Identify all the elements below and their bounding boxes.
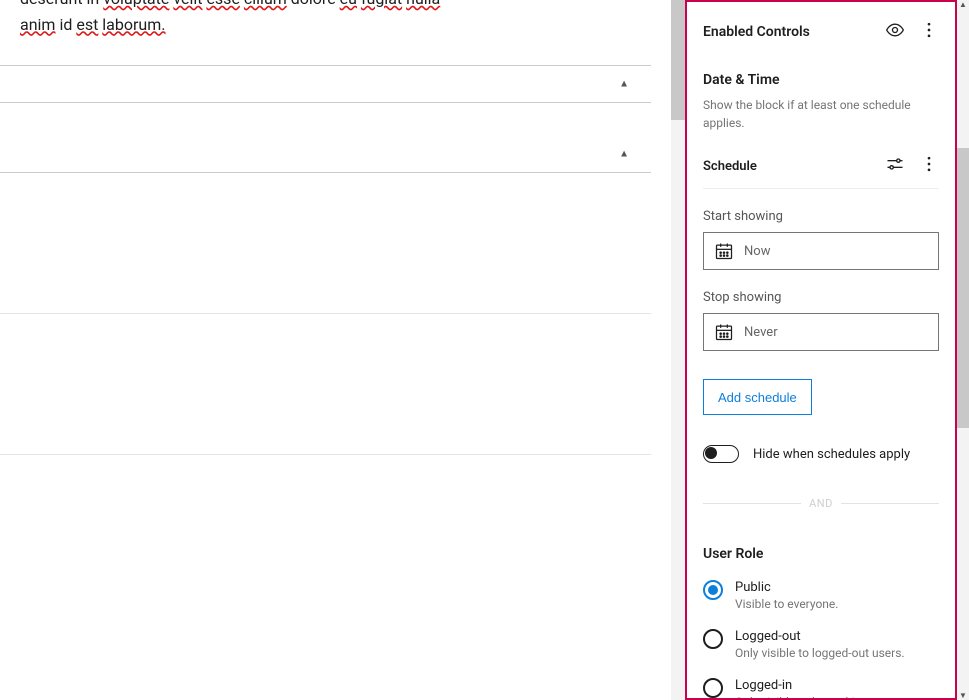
- schedule-header: Schedule: [703, 144, 939, 189]
- radio-label: Logged-out: [735, 629, 905, 644]
- hide-toggle[interactable]: [703, 445, 739, 463]
- start-datetime-picker[interactable]: Now: [703, 232, 939, 270]
- scrollbar-thumb[interactable]: [957, 148, 969, 428]
- hide-toggle-label: Hide when schedules apply: [753, 447, 910, 462]
- user-role-option[interactable]: Logged-out Only visible to logged-out use…: [703, 629, 939, 660]
- scrollbar-thumb[interactable]: [671, 0, 685, 120]
- sidebar-scrollbar[interactable]: ▲ ▼: [957, 0, 969, 700]
- user-role-option[interactable]: Logged-in Only visible to logged-in users…: [703, 678, 939, 698]
- scroll-down-arrow[interactable]: ▼: [957, 691, 969, 700]
- editor-text[interactable]: deserunt in voluptate velit esse cillum …: [20, 0, 651, 37]
- section-desc-datetime: Show the block if at least one schedule …: [703, 96, 939, 132]
- panel-header: Enabled Controls: [703, 2, 939, 62]
- section-title-userrole: User Role: [703, 546, 939, 562]
- stop-label: Stop showing: [703, 290, 939, 305]
- block-placeholder-2[interactable]: ▲: [0, 135, 651, 173]
- visibility-sidebar: Enabled Controls Date & Time Show the bl…: [685, 0, 957, 700]
- editor-scrollbar[interactable]: [671, 0, 685, 700]
- start-value: Now: [744, 244, 770, 259]
- start-label: Start showing: [703, 209, 939, 224]
- stop-datetime-picker[interactable]: Never: [703, 313, 939, 351]
- radio-label: Logged-in: [735, 678, 897, 693]
- radio-label: Public: [735, 580, 838, 595]
- block-placeholder-1[interactable]: ▲: [0, 65, 651, 103]
- and-divider: AND: [703, 497, 939, 510]
- chevron-up-icon: ▲: [619, 148, 629, 159]
- preview-icon[interactable]: [885, 20, 905, 44]
- stop-value: Never: [744, 325, 778, 340]
- chevron-up-icon: ▲: [619, 79, 629, 90]
- scroll-up-arrow[interactable]: ▲: [957, 0, 969, 9]
- editor-area: deserunt in voluptate velit esse cillum …: [0, 0, 671, 700]
- calendar-icon: [714, 241, 734, 261]
- radio-desc: Visible to everyone.: [735, 597, 838, 611]
- schedule-label: Schedule: [703, 159, 757, 174]
- user-role-option[interactable]: Public Visible to everyone.: [703, 580, 939, 611]
- radio-button[interactable]: [703, 678, 723, 698]
- radio-button[interactable]: [703, 629, 723, 649]
- schedule-more-icon[interactable]: [919, 154, 939, 178]
- radio-button[interactable]: [703, 580, 723, 600]
- calendar-icon: [714, 322, 734, 342]
- hide-toggle-row: Hide when schedules apply: [703, 445, 939, 463]
- settings-sliders-icon[interactable]: [885, 154, 905, 178]
- more-menu-icon[interactable]: [919, 20, 939, 44]
- add-schedule-button[interactable]: Add schedule: [703, 379, 812, 415]
- panel-title: Enabled Controls: [703, 24, 810, 40]
- radio-desc: Only visible to logged-in users.: [735, 695, 897, 698]
- and-label: AND: [809, 497, 833, 510]
- separator: [0, 454, 651, 455]
- radio-desc: Only visible to logged-out users.: [735, 646, 905, 660]
- section-title-datetime: Date & Time: [703, 72, 939, 88]
